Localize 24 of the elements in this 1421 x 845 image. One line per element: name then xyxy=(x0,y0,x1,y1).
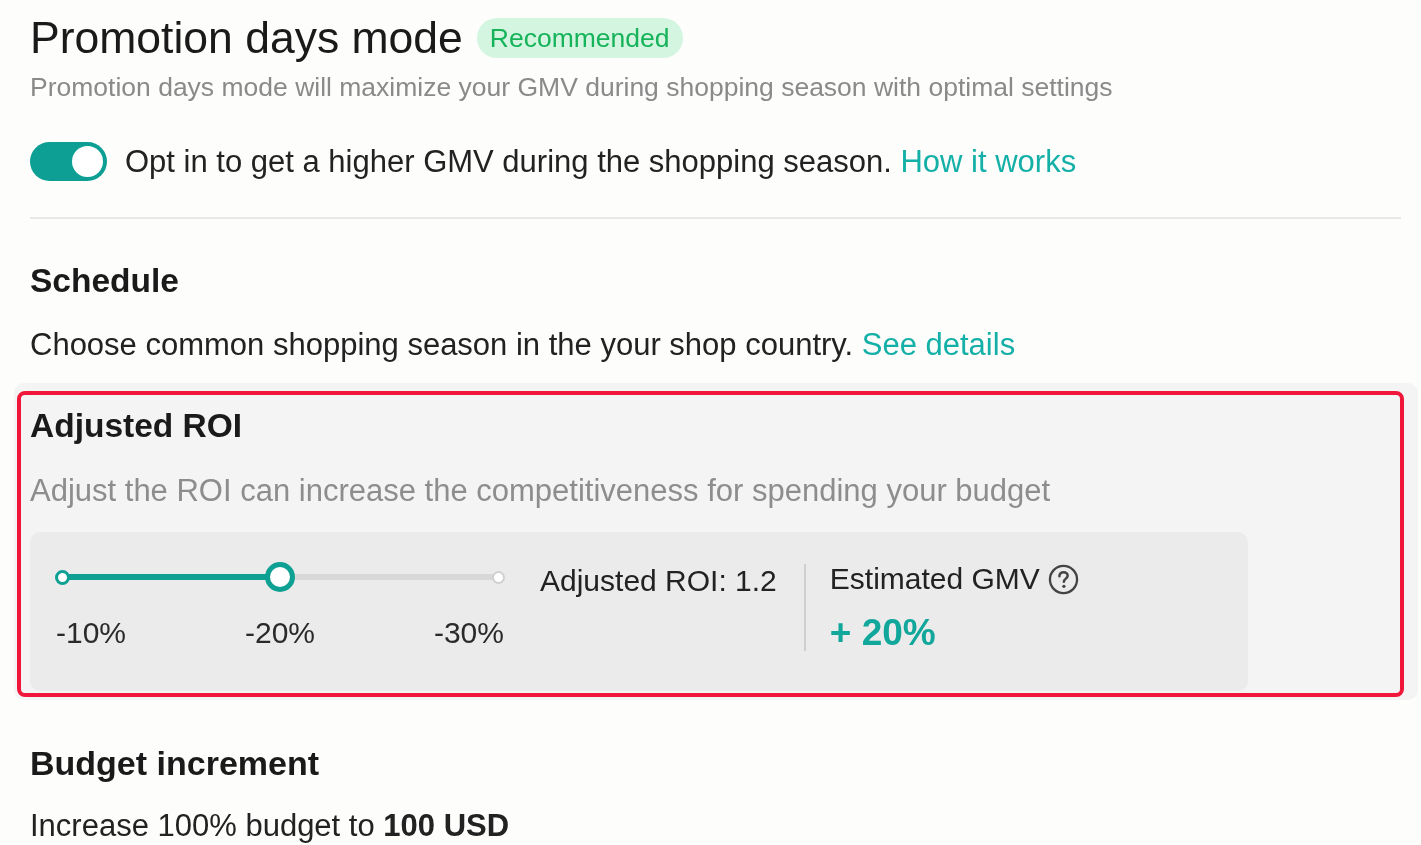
roi-description: Adjust the ROI can increase the competitiveness for spending your budget xyxy=(30,474,1052,508)
slider-thumb[interactable] xyxy=(265,562,295,592)
page-title: Promotion days mode xyxy=(30,14,463,62)
roi-reading: Adjusted ROI: 1.2 xyxy=(540,564,777,598)
section-title: Budget increment xyxy=(30,744,321,782)
help-icon[interactable] xyxy=(1047,563,1079,595)
details-link[interactable]: See details xyxy=(861,327,1016,362)
slider-stop-icon xyxy=(491,570,505,584)
slider-stop-label: -20% xyxy=(244,616,315,650)
toggle-switch[interactable] xyxy=(30,142,107,181)
budget-description: Increase 100% budget to 100 USD xyxy=(30,808,511,844)
estimate-label: Estimated GMV xyxy=(829,562,1040,596)
slider-stop-label: -30% xyxy=(433,616,504,650)
help-link[interactable]: How it works xyxy=(900,143,1077,179)
schedule-description: Choose common shopping season in the your shop country. See details xyxy=(30,327,1017,363)
mode-description: Promotion days mode will maximize your GMV during shopping season with optimal settings xyxy=(30,72,1114,102)
opt-in-text: Opt in to get a higher GMV during the shopping season. How it works xyxy=(125,143,1077,180)
slider-track[interactable] xyxy=(56,562,504,592)
slider-stop-icon xyxy=(54,569,70,585)
slider-stop-label: -10% xyxy=(56,616,127,650)
section-title: Adjusted ROI xyxy=(30,407,244,445)
section-title: Schedule xyxy=(30,262,180,300)
estimate-value: + 20% xyxy=(829,612,937,654)
recommended-badge: Recommended xyxy=(476,18,683,58)
